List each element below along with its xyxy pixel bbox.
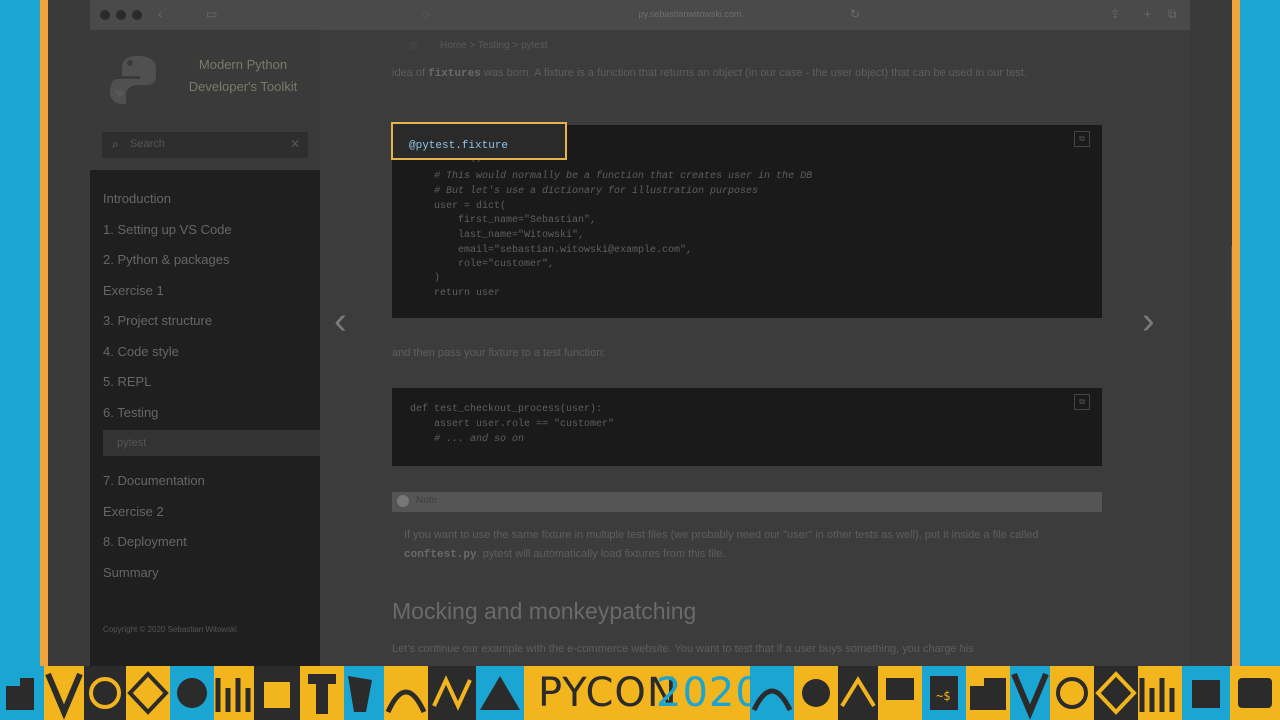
decorator-text: @pytest.fixture (409, 140, 509, 152)
browser-window: ‹ ▭ ◌ py.sebastianwitowski.com ↻ ⇪ + ⧉ M… (90, 0, 1190, 666)
highlighted-decorator: @pytest.fixture (391, 122, 567, 160)
left-border (0, 0, 40, 720)
minimize-window-dot[interactable] (116, 10, 126, 20)
home-icon[interactable]: ▦ (408, 40, 417, 51)
maximize-window-dot[interactable] (132, 10, 142, 20)
brand-title[interactable]: Modern Python Developer's Toolkit (178, 54, 308, 98)
code-line: # But let's use a dictionary for illustr… (410, 186, 759, 197)
note-title: Note (416, 495, 438, 506)
code-line: user = dict( (410, 201, 507, 212)
nav-item-deployment[interactable]: 8. Deployment (90, 527, 320, 558)
right-border (1240, 0, 1280, 720)
intro-text-before: idea of (392, 67, 429, 79)
sidebar-nav: Introduction 1. Setting up VS Code 2. Py… (90, 184, 320, 588)
tail-paragraph: Let's continue our example with the e-co… (392, 643, 974, 655)
brand-title-line2: Developer's Toolkit (188, 79, 298, 94)
banner-pattern-right-icon: ~$ (750, 666, 1280, 720)
shield-icon[interactable]: ◌ (422, 7, 429, 21)
video-stage: ‹ ▭ ◌ py.sebastianwitowski.com ↻ ⇪ + ⧉ M… (48, 0, 1232, 666)
code-line: last_name="Witowski", (410, 230, 585, 241)
svg-text:~$: ~$ (936, 689, 950, 703)
reload-icon[interactable]: ↻ (850, 7, 860, 21)
code-line: # ... and so on (410, 434, 525, 445)
nav-item-python-packages[interactable]: 2. Python & packages (90, 245, 320, 276)
sidebar: Modern Python Developer's Toolkit ⌕ Sear… (90, 30, 320, 666)
note-header: Note (392, 492, 1102, 512)
code-line: return user (410, 288, 501, 299)
search-icon: ⌕ (112, 137, 119, 151)
browser-toolbar: ‹ ▭ ◌ py.sebastianwitowski.com ↻ ⇪ + ⧉ (90, 0, 1190, 31)
intro-paragraph: idea of fixtures was born. A fixture is … (392, 64, 1112, 84)
address-bar[interactable]: py.sebastianwitowski.com (570, 9, 810, 19)
note-text-before: If you want to use the same fixture in m… (404, 529, 1039, 541)
sidebar-toggle-icon[interactable]: ▭ (206, 7, 217, 21)
nav-item-exercise-1[interactable]: Exercise 1 (90, 276, 320, 307)
between-paragraph: and then pass your fixture to a test fun… (392, 347, 606, 359)
sidebar-brand: Modern Python Developer's Toolkit ⌕ Sear… (90, 30, 320, 170)
search-placeholder: Search (130, 138, 165, 150)
intro-text-after: was born. A fixture is a function that r… (480, 67, 1027, 79)
code-line: first_name="Sebastian", (410, 215, 597, 226)
right-border-stripe (1232, 0, 1240, 720)
code-line: # This would normally be a function that… (410, 171, 813, 182)
intro-code-fixtures: fixtures (428, 68, 481, 80)
nav-item-introduction[interactable]: Introduction (90, 184, 320, 215)
note-code-conftest: conftest.py (404, 549, 477, 561)
nav-item-summary[interactable]: Summary (90, 558, 320, 589)
scrollbar[interactable] (1231, 246, 1232, 320)
code-line: role="customer", (410, 259, 555, 270)
code-line: def test_checkout_process(user): (410, 404, 603, 415)
left-border-stripe (40, 0, 48, 720)
main-content: ▦ Home > Testing > pytest idea of fixtur… (320, 30, 1190, 666)
note-text-after: . pytest will automatically load fixture… (476, 548, 726, 560)
pycon-year: 2020 (656, 670, 762, 716)
code-line: email="sebastian.witowski@example.com", (410, 245, 693, 256)
code-line: ) (410, 273, 441, 284)
nav-item-testing[interactable]: 6. Testing (90, 398, 320, 429)
section-heading: Mocking and monkeypatching (392, 598, 697, 624)
previous-page-icon[interactable]: ‹ (334, 300, 347, 343)
nav-item-setting-up-vs-code[interactable]: 1. Setting up VS Code (90, 215, 320, 246)
copy-code-icon[interactable]: ⧉ (1074, 131, 1090, 147)
nav-item-repl[interactable]: 5. REPL (90, 367, 320, 398)
code-line: assert user.role == "customer" (410, 419, 615, 430)
brand-title-line1: Modern Python (198, 57, 288, 72)
clear-search-icon[interactable]: ✕ (290, 137, 300, 151)
banner-pattern-left-icon (0, 666, 524, 720)
new-tab-icon[interactable]: + (1144, 7, 1151, 21)
breadcrumb[interactable]: Home > Testing > pytest (440, 40, 548, 51)
python-logo-icon (110, 56, 156, 104)
info-icon (397, 495, 409, 507)
share-icon[interactable]: ⇪ (1110, 7, 1120, 21)
copy-code-icon[interactable]: ⧉ (1074, 394, 1090, 410)
nav-item-documentation[interactable]: 7. Documentation (90, 466, 320, 497)
back-icon[interactable]: ‹ (158, 7, 162, 21)
tabs-overview-icon[interactable]: ⧉ (1168, 7, 1177, 22)
nav-item-code-style[interactable]: 4. Code style (90, 337, 320, 368)
pycon-2020-logo: PYCON 2020 (524, 666, 761, 720)
note-body: If you want to use the same fixture in m… (404, 526, 1084, 565)
nav-item-project-structure[interactable]: 3. Project structure (90, 306, 320, 337)
search-input[interactable]: ⌕ Search ✕ (102, 132, 308, 158)
pycon-banner: PYCON 2020 ~$ (0, 666, 1280, 720)
code-block-test: ⧉ def test_checkout_process(user): asser… (392, 388, 1102, 466)
nav-subitem-pytest[interactable]: pytest (103, 430, 320, 456)
nav-item-exercise-2[interactable]: Exercise 2 (90, 497, 320, 528)
copyright: Copyright © 2020 Sebastian Witowski (103, 625, 237, 634)
next-page-icon[interactable]: › (1142, 300, 1155, 343)
close-window-dot[interactable] (100, 10, 110, 20)
